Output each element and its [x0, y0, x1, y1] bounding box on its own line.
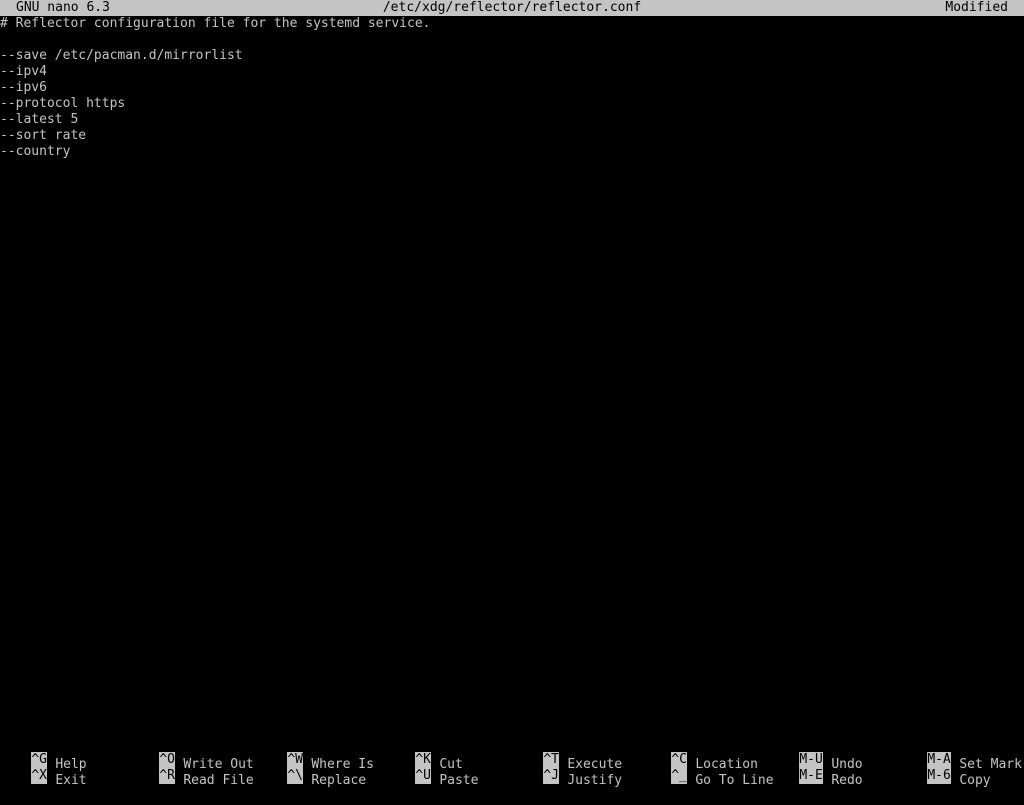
- shortcut-key: ^X: [31, 768, 48, 784]
- shortcut-write-out[interactable]: ^O Write Out: [128, 736, 254, 772]
- editor-line-ipv4[interactable]: --ipv4: [0, 64, 47, 80]
- editor-line-save[interactable]: --save /etc/pacman.d/mirrorlist: [0, 48, 243, 64]
- shortcut-key: ^R: [159, 768, 176, 784]
- shortcut-key: ^\: [287, 768, 304, 784]
- shortcut-key: ^J: [543, 768, 560, 784]
- shortcut-where-is[interactable]: ^W Where Is: [256, 736, 374, 772]
- shortcut-undo[interactable]: M-U Undo: [768, 736, 863, 772]
- title-bar: GNU nano 6.3 /etc/xdg/reflector/reflecto…: [0, 0, 1024, 16]
- modified-status: Modified: [945, 0, 1008, 15]
- shortcut-help[interactable]: ^G Help: [0, 736, 87, 772]
- shortcut-cut[interactable]: ^K Cut: [384, 736, 463, 772]
- shortcut-justify[interactable]: ^J Justify: [512, 752, 622, 788]
- shortcut-label: Replace: [311, 773, 367, 788]
- shortcut-key: M-E: [799, 768, 824, 784]
- editor-line-sort[interactable]: --sort rate: [0, 128, 86, 144]
- shortcut-copy[interactable]: M-6 Copy: [896, 752, 991, 788]
- shortcut-replace[interactable]: ^\ Replace: [256, 752, 366, 788]
- editor-line-latest[interactable]: --latest 5: [0, 112, 78, 128]
- shortcut-label: Redo: [831, 773, 863, 788]
- file-path: /etc/xdg/reflector/reflector.conf: [382, 0, 642, 15]
- shortcut-label: Justify: [567, 773, 623, 788]
- shortcut-bar: ^G Help ^O Write Out ^W Where Is ^K Cut ^T Ex…: [0, 736, 1024, 788]
- shortcut-execute[interactable]: ^T Execute: [512, 736, 622, 772]
- editor-line-country[interactable]: --country: [0, 144, 70, 160]
- shortcut-key: ^U: [415, 768, 432, 784]
- shortcut-label: Read File: [183, 773, 254, 788]
- editor-line-comment[interactable]: # Reflector configuration file for the s…: [0, 16, 430, 32]
- shortcut-label: Go To Line: [695, 773, 774, 788]
- shortcut-key: ^_: [671, 768, 688, 784]
- shortcut-key: M-6: [927, 768, 952, 784]
- shortcut-go-to-line[interactable]: ^_ Go To Line: [640, 752, 774, 788]
- editor-line-ipv6[interactable]: --ipv6: [0, 80, 47, 96]
- shortcut-redo[interactable]: M-E Redo: [768, 752, 863, 788]
- shortcut-paste[interactable]: ^U Paste: [384, 752, 478, 788]
- shortcut-location[interactable]: ^C Location: [640, 736, 758, 772]
- shortcut-label: Copy: [959, 773, 991, 788]
- shortcut-exit[interactable]: ^X Exit: [0, 752, 87, 788]
- editor-area[interactable]: # Reflector configuration file for the s…: [0, 16, 1024, 728]
- shortcut-label: Paste: [439, 773, 479, 788]
- shortcut-label: Exit: [55, 773, 87, 788]
- shortcut-read-file[interactable]: ^R Read File: [128, 752, 254, 788]
- shortcut-set-mark[interactable]: M-A Set Mark: [896, 736, 1022, 772]
- editor-line-protocol[interactable]: --protocol https: [0, 96, 125, 112]
